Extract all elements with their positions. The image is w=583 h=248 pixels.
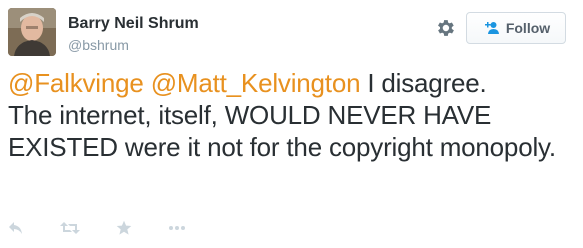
user-info: Barry Neil Shrum @bshrum — [68, 14, 199, 54]
tweet-text: @Falkvinge @Matt_Kelvington I disagree. T… — [8, 67, 574, 163]
tweet-text-line-1: I disagree. — [360, 68, 487, 98]
retweet-icon[interactable] — [60, 221, 80, 235]
mention-link[interactable]: @Falkvinge — [8, 68, 144, 98]
tweet-text-body: The internet, itself, WOULD NEVER HAVE E… — [8, 100, 556, 162]
avatar[interactable] — [8, 8, 56, 56]
avatar-photo — [8, 8, 56, 56]
follow-label: Follow — [505, 20, 551, 36]
tweet-actions — [8, 218, 222, 238]
more-icon[interactable] — [168, 225, 186, 231]
reply-icon[interactable] — [8, 221, 24, 235]
gear-icon[interactable] — [434, 17, 456, 39]
user-full-name[interactable]: Barry Neil Shrum — [68, 14, 199, 34]
user-handle[interactable]: @bshrum — [68, 36, 199, 54]
follow-button[interactable]: Follow — [466, 12, 566, 44]
star-icon[interactable] — [116, 220, 132, 236]
add-user-icon — [482, 21, 500, 35]
mention-link[interactable]: @Matt_Kelvington — [151, 68, 361, 98]
